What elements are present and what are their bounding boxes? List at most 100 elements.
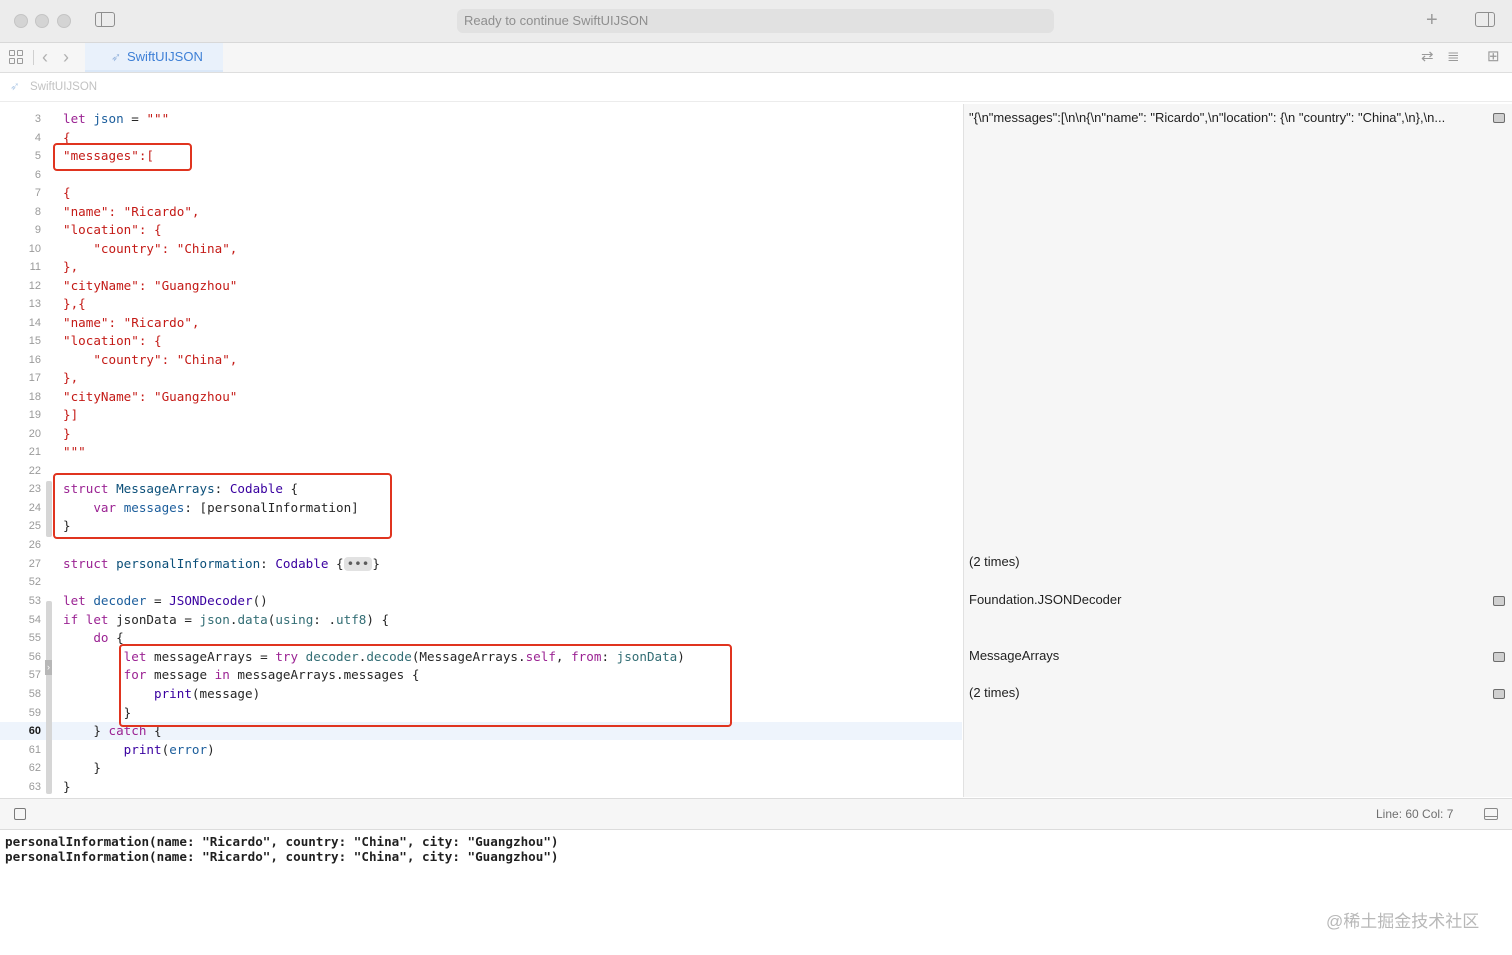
code-text: if let jsonData = json.data(using: .utf8…: [63, 611, 389, 629]
add-editor-icon[interactable]: ⊞: [1487, 48, 1500, 66]
folded-code-button[interactable]: •••: [343, 557, 373, 571]
code-token: "name": "Ricardo",: [63, 315, 200, 330]
line-number[interactable]: 13: [0, 295, 41, 313]
result-icon[interactable]: [1493, 689, 1505, 699]
window-titlebar: Ready to continue SwiftUIJSON +: [0, 0, 1512, 43]
code-editor[interactable]: 3 let json = """ 4{5 "messages":[6 7{8 "name"…: [0, 104, 962, 797]
inspector-icon[interactable]: [1475, 12, 1495, 27]
code-line[interactable]: 8 "name": "Ricardo",: [0, 203, 962, 221]
line-number[interactable]: 24: [0, 499, 41, 517]
code-line[interactable]: 13},{: [0, 295, 962, 313]
line-number[interactable]: 7: [0, 184, 41, 202]
line-number[interactable]: 25: [0, 517, 41, 535]
line-number[interactable]: 53: [0, 592, 41, 610]
line-number[interactable]: 9: [0, 221, 41, 239]
code-text: }: [63, 759, 101, 777]
code-token: }: [372, 556, 380, 571]
line-number[interactable]: 15: [0, 332, 41, 350]
tab-swiftuijson[interactable]: ➶ SwiftUIJSON: [85, 43, 223, 72]
code-line[interactable]: 54 if let jsonData = json.data(using: .ut…: [0, 611, 962, 629]
result-icon[interactable]: [1493, 596, 1505, 606]
line-number[interactable]: 60: [0, 722, 41, 740]
code-line[interactable]: 12 "cityName": "Guangzhou": [0, 277, 962, 295]
code-line[interactable]: 16 "country": "China",: [0, 351, 962, 369]
line-number[interactable]: 21: [0, 443, 41, 461]
code-line[interactable]: 18 "cityName": "Guangzhou": [0, 388, 962, 406]
line-number[interactable]: 54: [0, 611, 41, 629]
code-token: =: [123, 111, 147, 126]
code-line[interactable]: 21 """: [0, 443, 962, 461]
line-number[interactable]: 3: [0, 110, 41, 128]
line-number[interactable]: 55: [0, 629, 41, 647]
sync-icon[interactable]: ⇄: [1421, 48, 1434, 66]
code-line[interactable]: 17},: [0, 369, 962, 387]
code-text: do {: [63, 629, 123, 647]
code-line[interactable]: 3 let json = """: [0, 110, 962, 128]
hide-debug-checkbox[interactable]: [14, 808, 26, 820]
fold-ribbon-marker[interactable]: ›: [45, 660, 52, 675]
line-number[interactable]: 63: [0, 778, 41, 796]
code-line[interactable]: 20}: [0, 425, 962, 443]
result-icon[interactable]: [1493, 113, 1505, 123]
code-token: JSONDecoder: [169, 593, 253, 608]
code-line[interactable]: 61 print(error): [0, 741, 962, 759]
code-line[interactable]: 15 "location": {: [0, 332, 962, 350]
code-line[interactable]: 53 let decoder = JSONDecoder(): [0, 592, 962, 610]
console-output[interactable]: personalInformation(name: "Ricardo", cou…: [0, 830, 1512, 955]
line-number[interactable]: 5: [0, 147, 41, 165]
code-line[interactable]: 11},: [0, 258, 962, 276]
chevron-left-icon[interactable]: ‹: [42, 46, 48, 68]
code-line[interactable]: 62 }: [0, 759, 962, 777]
line-number[interactable]: 17: [0, 369, 41, 387]
code-token: do: [93, 630, 109, 645]
code-line[interactable]: 7{: [0, 184, 962, 202]
line-number[interactable]: 6: [0, 166, 41, 184]
grid-icon[interactable]: [9, 50, 23, 64]
line-number[interactable]: 62: [0, 759, 41, 777]
zoom-window-button[interactable]: [57, 14, 71, 28]
code-text: """: [63, 443, 86, 461]
line-number[interactable]: 12: [0, 277, 41, 295]
line-number[interactable]: 11: [0, 258, 41, 276]
line-number[interactable]: 58: [0, 685, 41, 703]
editor-options-icon[interactable]: ≣: [1447, 48, 1460, 66]
code-text: }: [63, 778, 71, 796]
line-number[interactable]: 18: [0, 388, 41, 406]
line-number[interactable]: 56: [0, 648, 41, 666]
panel-toggle-icon[interactable]: [1484, 808, 1498, 820]
breadcrumb[interactable]: SwiftUIJSON: [30, 73, 97, 101]
code-line[interactable]: 10 "country": "China",: [0, 240, 962, 258]
result-icon[interactable]: [1493, 652, 1505, 662]
code-line[interactable]: 14 "name": "Ricardo",: [0, 314, 962, 332]
code-text: "cityName": "Guangzhou": [63, 277, 237, 295]
line-number[interactable]: 22: [0, 462, 41, 480]
line-number[interactable]: 4: [0, 129, 41, 147]
code-line[interactable]: 52: [0, 573, 962, 591]
code-token: """: [146, 111, 170, 126]
line-number[interactable]: 59: [0, 704, 41, 722]
code-text: "location": {: [63, 332, 162, 350]
line-number[interactable]: 14: [0, 314, 41, 332]
close-window-button[interactable]: [14, 14, 28, 28]
line-number[interactable]: 27: [0, 555, 41, 573]
code-line[interactable]: 9 "location": {: [0, 221, 962, 239]
line-number[interactable]: 20: [0, 425, 41, 443]
sidebar-icon[interactable]: [95, 12, 115, 27]
code-line[interactable]: 27 struct personalInformation: Codable {•…: [0, 555, 962, 573]
line-number[interactable]: 23: [0, 480, 41, 498]
console-line: personalInformation(name: "Ricardo", cou…: [5, 849, 559, 864]
line-number[interactable]: 16: [0, 351, 41, 369]
chevron-right-icon[interactable]: ›: [63, 46, 69, 68]
line-number[interactable]: 8: [0, 203, 41, 221]
line-number[interactable]: 52: [0, 573, 41, 591]
line-number[interactable]: 19: [0, 406, 41, 424]
plus-icon[interactable]: +: [1426, 8, 1438, 32]
line-number[interactable]: 26: [0, 536, 41, 554]
line-number[interactable]: 10: [0, 240, 41, 258]
code-line[interactable]: 19}]: [0, 406, 962, 424]
line-number[interactable]: 61: [0, 741, 41, 759]
line-number[interactable]: 57: [0, 666, 41, 684]
minimize-window-button[interactable]: [35, 14, 49, 28]
code-line[interactable]: 63}: [0, 778, 962, 796]
